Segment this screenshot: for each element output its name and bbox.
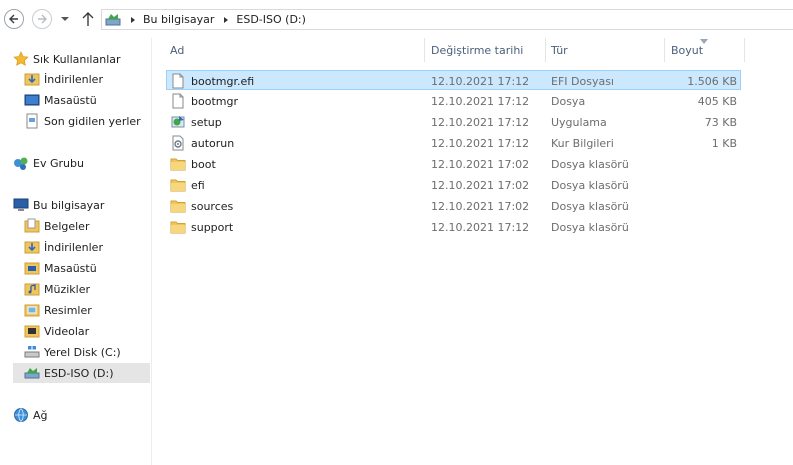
dvd-drive-icon xyxy=(24,368,40,379)
nav-desktop[interactable]: Masaüstü xyxy=(24,258,97,278)
chevron-right-icon[interactable] xyxy=(220,14,232,26)
folder-icon xyxy=(170,179,186,192)
downloads-folder-icon xyxy=(24,73,40,86)
folder-icon xyxy=(170,221,186,234)
hard-drive-icon xyxy=(24,346,40,358)
settings-file-icon xyxy=(172,135,184,151)
folder-icon xyxy=(170,200,186,213)
column-divider[interactable] xyxy=(545,38,546,62)
address-bar[interactable]: Bu bilgisayar ESD-ISO (D:) xyxy=(101,9,793,30)
nav-network[interactable]: Ağ xyxy=(13,405,48,425)
videos-folder-icon xyxy=(24,325,40,338)
downloads-folder-icon xyxy=(24,241,40,254)
computer-icon xyxy=(13,198,29,211)
music-folder-icon xyxy=(24,283,40,296)
nav-favorites-desktop[interactable]: Masaüstü xyxy=(24,90,97,110)
nav-esd-iso-d[interactable]: ESD-ISO (D:) xyxy=(13,363,150,383)
breadcrumb-current-drive[interactable]: ESD-ISO (D:) xyxy=(236,13,306,26)
network-icon xyxy=(14,408,28,422)
column-header-date[interactable]: Değiştirme tarihi xyxy=(431,38,523,62)
sort-descending-icon xyxy=(700,39,708,44)
nav-homegroup[interactable]: Ev Grubu xyxy=(13,153,84,173)
recent-locations-chevron-icon[interactable] xyxy=(58,12,72,26)
file-row[interactable]: bootmgr 12.10.2021 17:12 Dosya 405 KB xyxy=(166,91,741,111)
blank-file-icon xyxy=(172,73,184,89)
up-arrow-icon[interactable] xyxy=(80,10,96,28)
nav-favorites[interactable]: Sık Kullanılanlar xyxy=(13,49,121,69)
documents-folder-icon xyxy=(24,218,40,233)
address-toolbar: Bu bilgisayar ESD-ISO (D:) xyxy=(0,0,793,38)
nav-downloads[interactable]: İndirilenler xyxy=(24,237,103,257)
dvd-drive-icon xyxy=(105,13,121,25)
forward-button[interactable] xyxy=(32,9,52,29)
star-icon xyxy=(13,51,29,66)
arrow-left-icon xyxy=(9,14,18,24)
navigation-pane: Sık Kullanılanlar İndirilenler Masaüstü … xyxy=(0,38,152,465)
column-header-type[interactable]: Tür xyxy=(551,38,568,62)
nav-favorites-recent-places[interactable]: Son gidilen yerler xyxy=(24,111,141,131)
column-divider[interactable] xyxy=(744,38,745,62)
nav-pictures[interactable]: Resimler xyxy=(24,300,92,320)
file-row[interactable]: autorun 12.10.2021 17:12 Kur Bilgileri 1… xyxy=(166,133,741,153)
nav-music[interactable]: Müzikler xyxy=(24,279,90,299)
file-row[interactable]: setup 12.10.2021 17:12 Uygulama 73 KB xyxy=(166,112,741,132)
file-row[interactable]: support 12.10.2021 17:12 Dosya klasörü xyxy=(166,217,741,237)
nav-videos[interactable]: Videolar xyxy=(24,321,89,341)
file-row[interactable]: bootmgr.efi 12.10.2021 17:12 EFI Dosyası… xyxy=(166,70,741,90)
column-header-name[interactable]: Ad xyxy=(170,38,184,62)
column-header-size[interactable]: Boyut xyxy=(671,38,703,62)
breadcrumb-this-pc[interactable]: Bu bilgisayar xyxy=(143,13,214,26)
chevron-right-icon[interactable] xyxy=(127,14,139,26)
column-divider[interactable] xyxy=(664,38,665,62)
nav-this-pc[interactable]: Bu bilgisayar xyxy=(13,195,104,215)
file-row[interactable]: efi 12.10.2021 17:02 Dosya klasörü xyxy=(166,175,741,195)
back-button[interactable] xyxy=(4,9,24,29)
homegroup-icon xyxy=(14,157,28,170)
desktop-icon xyxy=(24,94,40,106)
nav-documents[interactable]: Belgeler xyxy=(24,216,89,236)
setup-app-icon xyxy=(171,116,185,128)
file-row[interactable]: sources 12.10.2021 17:02 Dosya klasörü xyxy=(166,196,741,216)
nav-favorites-downloads[interactable]: İndirilenler xyxy=(24,69,103,89)
arrow-right-icon xyxy=(38,14,47,24)
pictures-folder-icon xyxy=(24,304,40,317)
column-divider[interactable] xyxy=(424,38,425,62)
desktop-folder-icon xyxy=(24,262,40,275)
recent-places-icon xyxy=(26,113,38,129)
nav-local-disk-c[interactable]: Yerel Disk (C:) xyxy=(24,342,121,362)
file-row[interactable]: boot 12.10.2021 17:02 Dosya klasörü xyxy=(166,154,741,174)
blank-file-icon xyxy=(172,93,184,109)
folder-icon xyxy=(170,158,186,171)
